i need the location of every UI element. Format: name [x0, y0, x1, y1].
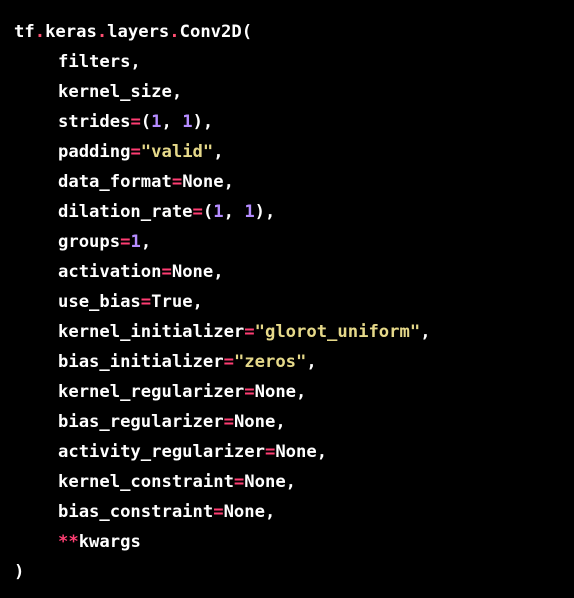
code-token: filters,: [58, 52, 141, 72]
code-line-16: kernel_constraint=None,: [14, 467, 560, 497]
code-token: dilation_rate: [58, 202, 193, 222]
code-token: ),: [192, 112, 214, 132]
code-token: =: [192, 202, 203, 222]
code-token: =: [130, 112, 141, 132]
code-line-17: bias_constraint=None,: [14, 497, 560, 527]
code-token: bias_regularizer: [58, 412, 224, 432]
code-token: =: [120, 232, 131, 252]
code-token: padding: [58, 142, 131, 162]
code-token: 1: [213, 202, 224, 222]
code-token: =: [171, 172, 183, 192]
code-token: data_format: [58, 172, 172, 192]
code-token: .: [34, 22, 46, 42]
code-line-7: dilation_rate=(1, 1),: [14, 197, 560, 227]
code-token: kernel_initializer: [58, 322, 245, 342]
code-token: None,: [244, 472, 297, 492]
code-token: "glorot_uniform": [254, 322, 421, 342]
code-token: kernel_constraint: [58, 472, 234, 492]
code-token: ,: [213, 142, 224, 162]
code-token: bias_initializer: [58, 352, 224, 372]
code-line-1: tf.keras.layers.Conv2D(: [14, 17, 560, 47]
code-token: layers: [107, 22, 170, 42]
code-line-19: ): [14, 557, 560, 587]
code-token: use_bias: [58, 292, 141, 312]
code-line-6: data_format=None,: [14, 167, 560, 197]
code-line-5: padding="valid",: [14, 137, 560, 167]
code-line-2: filters,: [14, 47, 560, 77]
code-line-12: bias_initializer="zeros",: [14, 347, 560, 377]
code-token: ),: [254, 202, 276, 222]
code-token: 1: [151, 112, 162, 132]
code-line-10: use_bias=True,: [14, 287, 560, 317]
code-token: None,: [275, 442, 328, 462]
code-token: .: [169, 22, 180, 42]
code-token: **: [58, 532, 79, 552]
code-token: Conv2D(: [179, 22, 253, 42]
code-token: True,: [151, 292, 203, 312]
code-token: keras: [45, 22, 97, 42]
code-line-9: activation=None,: [14, 257, 560, 287]
code-line-14: bias_regularizer=None,: [14, 407, 560, 437]
code-token: ,: [161, 112, 183, 132]
code-line-8: groups=1,: [14, 227, 560, 257]
code-token: ,: [223, 202, 245, 222]
code-token: kernel_regularizer: [58, 382, 245, 402]
code-token: ): [14, 562, 25, 582]
code-token: ,: [306, 352, 317, 372]
code-token: =: [213, 502, 224, 522]
code-line-3: kernel_size,: [14, 77, 560, 107]
code-line-11: kernel_initializer="glorot_uniform",: [14, 317, 560, 347]
code-line-18: **kwargs: [14, 527, 560, 557]
code-token: None,: [223, 502, 276, 522]
code-token: None,: [233, 412, 286, 432]
code-token: =: [130, 142, 141, 162]
code-token: 1: [244, 202, 255, 222]
code-token: =: [244, 322, 255, 342]
code-token: strides: [58, 112, 131, 132]
code-token: =: [244, 382, 255, 402]
code-token: kernel_size,: [58, 82, 183, 102]
code-token: =: [140, 292, 152, 312]
code-token: =: [223, 412, 234, 432]
code-token: .: [96, 22, 108, 42]
code-token: 1: [182, 112, 193, 132]
code-token: groups: [58, 232, 121, 252]
code-token: "valid": [140, 142, 214, 162]
code-token: "zeros": [233, 352, 307, 372]
code-token: ,: [420, 322, 431, 342]
code-block: tf.keras.layers.Conv2D( filters, kernel_…: [0, 0, 574, 598]
code-token: None,: [182, 172, 234, 192]
code-token: None,: [171, 262, 224, 282]
code-token: =: [264, 442, 276, 462]
code-token: (: [140, 112, 152, 132]
code-token: ,: [140, 232, 152, 252]
code-token: tf: [14, 22, 35, 42]
code-token: bias_constraint: [58, 502, 214, 522]
code-token: =: [223, 352, 234, 372]
code-token: None,: [254, 382, 307, 402]
code-token: kwargs: [78, 532, 141, 552]
code-token: activity_regularizer: [58, 442, 265, 462]
code-line-4: strides=(1, 1),: [14, 107, 560, 137]
code-token: activation: [58, 262, 162, 282]
code-token: 1: [130, 232, 141, 252]
code-token: =: [233, 472, 245, 492]
code-token: =: [161, 262, 172, 282]
code-token: (: [202, 202, 214, 222]
code-line-13: kernel_regularizer=None,: [14, 377, 560, 407]
code-line-15: activity_regularizer=None,: [14, 437, 560, 467]
